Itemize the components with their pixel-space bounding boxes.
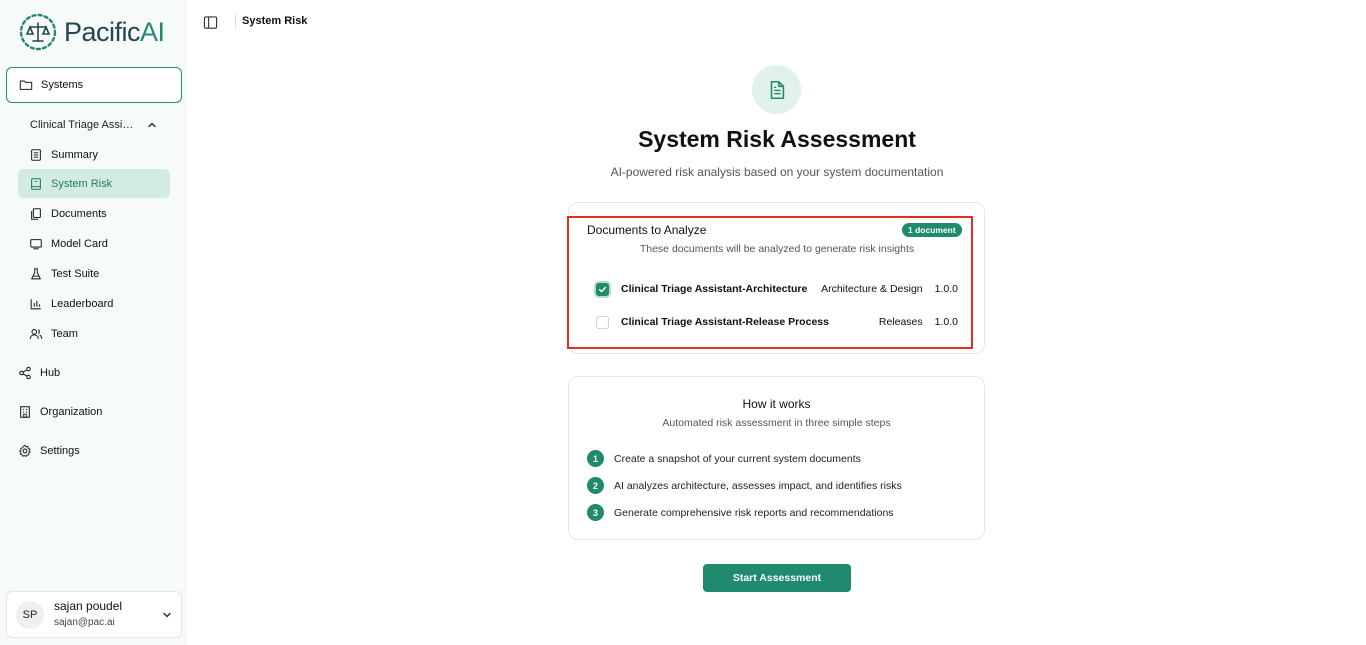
step-number: 2 (587, 477, 604, 494)
sidebar-item-settings[interactable]: Settings (18, 441, 80, 461)
flask-icon (31, 267, 41, 279)
sidebar-item-team[interactable]: Team (18, 319, 170, 348)
document-row[interactable]: Clinical Triage Assistant-Architecture A… (590, 280, 958, 298)
files-icon (31, 207, 41, 220)
step-text: AI analyzes architecture, assesses impac… (614, 479, 902, 492)
share-icon (19, 366, 31, 380)
sidebar: PacificAI Systems Clinical Triage Assist… (0, 0, 187, 645)
step-item: 1 Create a snapshot of your current syst… (587, 450, 861, 467)
sidebar-item-organization[interactable]: Organization (18, 402, 102, 422)
documents-subtitle: These documents will be analyzed to gene… (639, 243, 915, 255)
document-row[interactable]: Clinical Triage Assistant-Release Proces… (590, 313, 958, 331)
sidebar-item-summary[interactable]: Summary (18, 140, 170, 169)
page-subtitle: AI-powered risk analysis based on your s… (610, 165, 944, 179)
users-icon (29, 328, 43, 339)
chevron-down-icon[interactable] (161, 609, 173, 621)
sidebar-item-hub[interactable]: Hub (18, 363, 60, 383)
step-number: 1 (587, 450, 604, 467)
step-number: 3 (587, 504, 604, 521)
sidebar-item-label: Model Card (51, 237, 108, 250)
step-item: 2 AI analyzes architecture, assesses imp… (587, 477, 902, 494)
bar-chart-icon (30, 298, 41, 309)
documents-title: Documents to Analyze (587, 223, 707, 237)
how-it-works-subtitle: Automated risk assessment in three simpl… (662, 417, 891, 429)
sidebar-item-documents[interactable]: Documents (18, 199, 170, 228)
document-version: 1.0.0 (934, 283, 958, 295)
building-icon (20, 406, 30, 418)
document-count-badge: 1 document (902, 223, 962, 237)
document-checkbox[interactable] (596, 315, 609, 329)
sidebar-item-label: Leaderboard (51, 297, 114, 310)
document-category: Architecture & Design (821, 283, 923, 295)
page-title: System Risk Assessment (638, 126, 916, 152)
chevron-up-icon[interactable] (146, 119, 158, 131)
monitor-icon (30, 238, 42, 249)
user-menu[interactable]: SP sajan poudel sajan@pac.ai (6, 591, 182, 638)
check-icon (598, 286, 607, 292)
avatar: SP (16, 600, 44, 629)
folder-icon (19, 80, 33, 90)
sidebar-item-system-risk[interactable]: System Risk (18, 169, 170, 198)
document-name: Clinical Triage Assistant-Architecture (621, 283, 808, 295)
system-name: Clinical Triage Assistant (30, 119, 138, 131)
sidebar-toggle-icon[interactable] (203, 15, 218, 30)
sidebar-item-leaderboard[interactable]: Leaderboard (18, 289, 170, 318)
user-email: sajan@pac.ai (54, 617, 115, 628)
brand-logo[interactable]: PacificAI (18, 12, 165, 52)
sidebar-item-label: Documents (51, 207, 107, 220)
sidebar-item-model-card[interactable]: Model Card (18, 229, 170, 258)
gear-icon (19, 444, 31, 457)
start-assessment-button[interactable]: Start Assessment (703, 564, 851, 592)
header-divider (235, 14, 236, 28)
step-text: Create a snapshot of your current system… (614, 452, 861, 465)
system-selector[interactable]: Clinical Triage Assistant (30, 117, 160, 133)
sidebar-item-label: System Risk (51, 177, 113, 190)
document-icon (770, 80, 784, 99)
sidebar-item-label: Settings (40, 445, 80, 457)
sidebar-item-label: Team (51, 327, 78, 340)
hero-icon-wrap (752, 65, 801, 114)
document-name: Clinical Triage Assistant-Release Proces… (621, 316, 829, 328)
sidebar-item-test-suite[interactable]: Test Suite (18, 259, 170, 288)
step-text: Generate comprehensive risk reports and … (614, 506, 894, 519)
brand-name: PacificAI (64, 16, 165, 47)
sidebar-item-label: Hub (40, 367, 61, 379)
document-version: 1.0.0 (934, 316, 958, 328)
book-icon (31, 177, 41, 190)
nav-systems[interactable]: Systems (6, 67, 182, 103)
notebook-icon (31, 148, 41, 161)
sidebar-item-label: Summary (51, 148, 99, 161)
sidebar-item-label: Test Suite (51, 267, 100, 280)
document-checkbox[interactable] (596, 282, 609, 296)
step-item: 3 Generate comprehensive risk reports an… (587, 504, 894, 521)
how-it-works-title: How it works (742, 397, 811, 411)
sidebar-item-label: Organization (40, 406, 103, 418)
nav-systems-label: Systems (41, 79, 84, 91)
document-category: Releases (878, 316, 923, 328)
scales-logo-icon (19, 13, 57, 51)
breadcrumb: System Risk (242, 15, 308, 27)
user-name: sajan poudel (54, 599, 123, 613)
